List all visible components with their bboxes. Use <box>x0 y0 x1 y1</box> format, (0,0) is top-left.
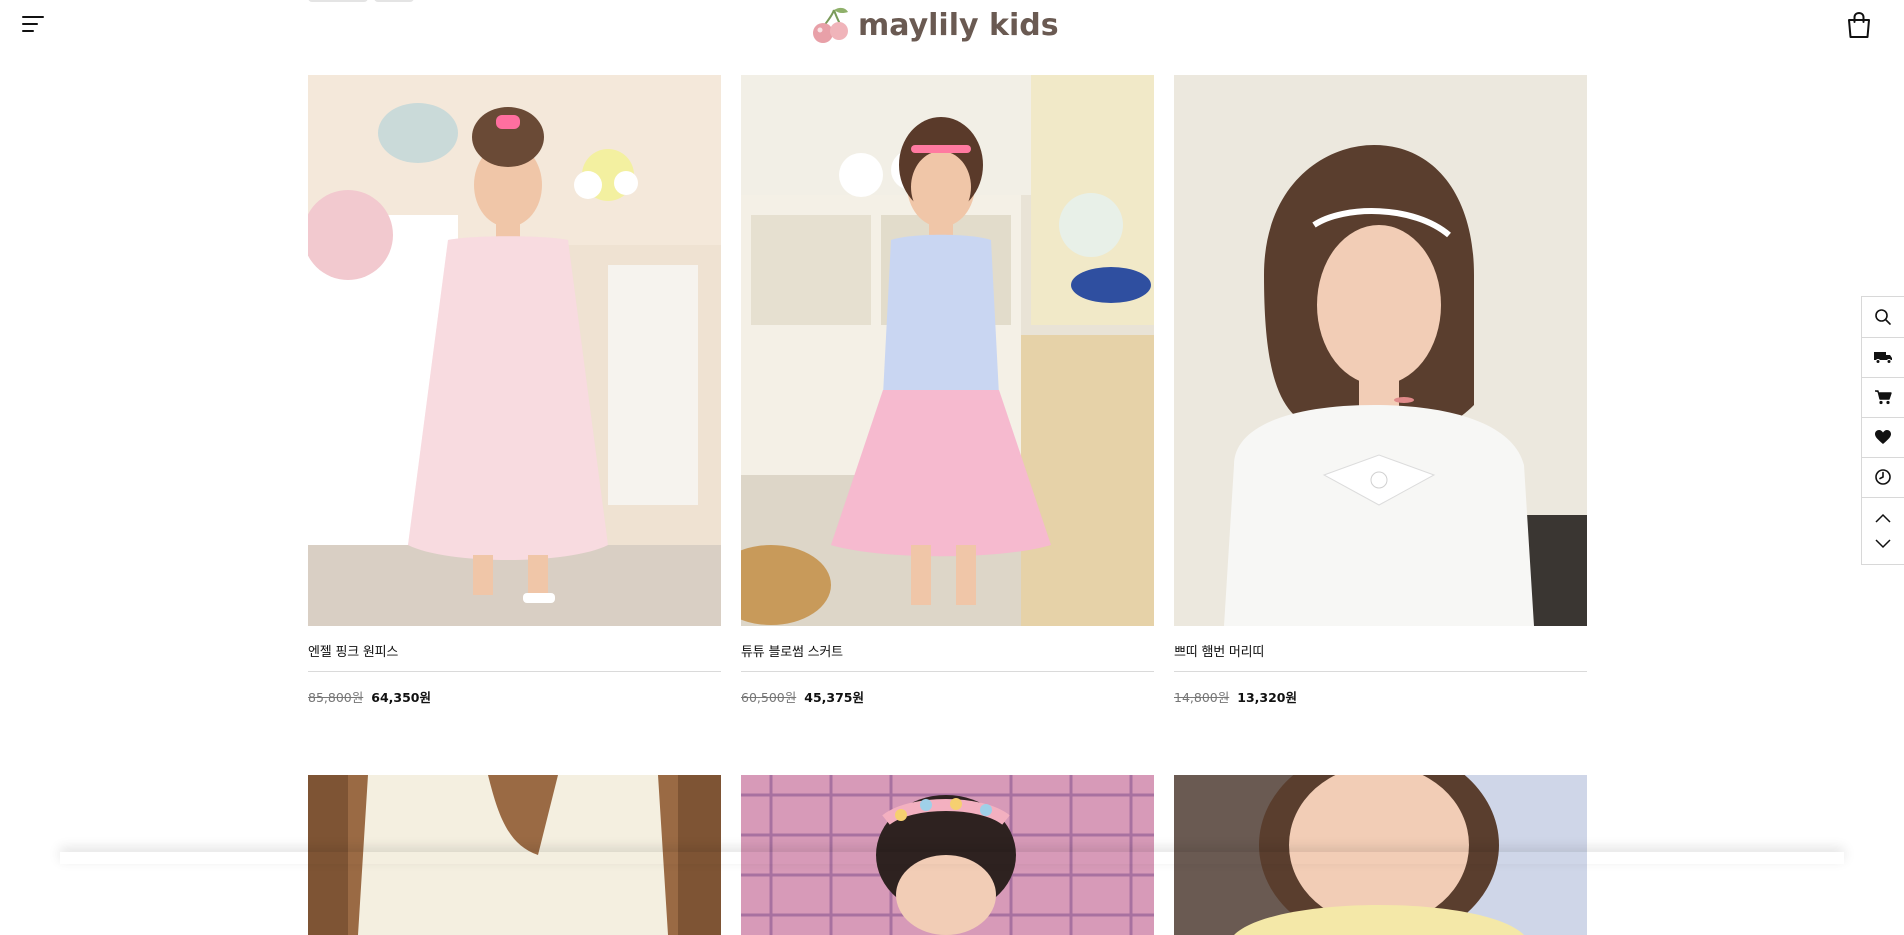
search-icon[interactable] <box>1862 297 1904 338</box>
product-image[interactable] <box>741 75 1154 626</box>
hamburger-menu-icon[interactable] <box>22 14 46 34</box>
quick-menu <box>1861 296 1904 565</box>
header-faded-item <box>374 0 414 2</box>
product-card[interactable]: 튜튜 블로썸 스커트 60,500원 45,375원 <box>741 75 1154 705</box>
shopping-bag-icon[interactable] <box>1846 11 1872 39</box>
product-card[interactable]: 쁘띠 햄번 머리띠 14,800원 13,320원 <box>1174 75 1587 705</box>
site-logo[interactable]: maylily kids <box>810 4 1059 46</box>
logo-text: maylily kids <box>858 7 1059 43</box>
chevron-up-icon[interactable] <box>1874 510 1892 528</box>
sale-price: 45,375원 <box>804 690 864 705</box>
original-price: 14,800원 <box>1174 690 1230 705</box>
bottom-shadow <box>60 852 1844 864</box>
sale-price: 13,320원 <box>1237 690 1297 705</box>
clock-icon[interactable] <box>1862 457 1904 498</box>
cherry-logo-icon <box>813 7 848 43</box>
original-price: 60,500원 <box>741 690 797 705</box>
sale-price: 64,350원 <box>371 690 431 705</box>
delivery-truck-icon[interactable] <box>1862 337 1904 378</box>
header-faded-item <box>308 0 368 2</box>
product-image[interactable] <box>308 75 721 626</box>
price-block: 14,800원 13,320원 <box>1174 687 1297 706</box>
product-card[interactable]: 엔젤 핑크 원피스 85,800원 64,350원 <box>308 75 721 705</box>
product-image[interactable] <box>1174 75 1587 626</box>
divider <box>741 671 1154 672</box>
cart-icon[interactable] <box>1862 377 1904 418</box>
price-block: 85,800원 64,350원 <box>308 687 431 706</box>
site-header: maylily kids <box>0 0 1904 50</box>
divider <box>1174 671 1587 672</box>
divider <box>308 671 721 672</box>
price-block: 60,500원 45,375원 <box>741 687 864 706</box>
original-price: 85,800원 <box>308 690 364 705</box>
product-name[interactable]: 엔젤 핑크 원피스 <box>308 641 398 660</box>
scroll-controls <box>1862 498 1904 564</box>
chevron-down-icon[interactable] <box>1874 534 1892 552</box>
product-name[interactable]: 튜튜 블로썸 스커트 <box>741 641 843 660</box>
heart-icon[interactable] <box>1862 417 1904 458</box>
product-name[interactable]: 쁘띠 햄번 머리띠 <box>1174 641 1264 660</box>
